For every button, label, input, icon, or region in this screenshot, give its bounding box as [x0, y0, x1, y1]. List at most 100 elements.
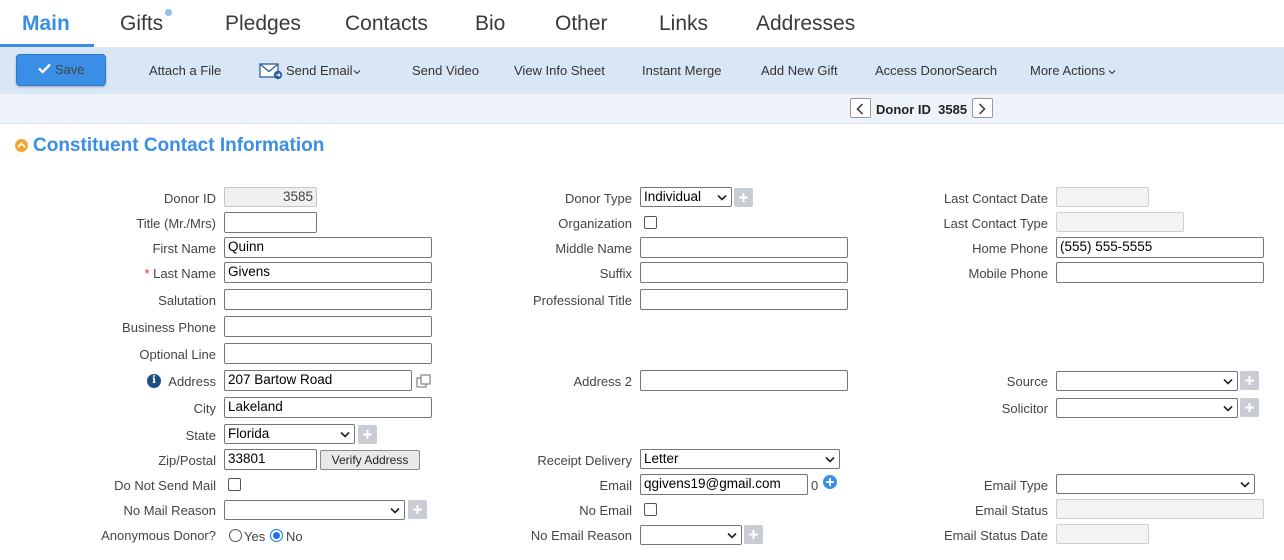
- add-source-button[interactable]: [1240, 371, 1259, 390]
- last-name-field[interactable]: Givens: [224, 262, 432, 283]
- tab-bio[interactable]: Bio: [475, 12, 505, 36]
- chevron-down-icon: [717, 194, 727, 201]
- chevron-down-icon: [1223, 405, 1233, 412]
- middle-name-field[interactable]: [640, 237, 848, 258]
- mobile-phone-label: Mobile Phone: [968, 266, 1049, 281]
- send-email-label: Send Email: [286, 63, 353, 78]
- copy-address-icon[interactable]: [416, 374, 431, 389]
- mobile-phone-field[interactable]: [1056, 262, 1264, 283]
- anonymous-yes-radio[interactable]: [229, 529, 242, 542]
- receipt-delivery-value: Letter: [644, 451, 679, 466]
- add-email-button[interactable]: [823, 475, 837, 489]
- add-new-gift-button[interactable]: Add New Gift: [761, 63, 838, 78]
- first-name-field[interactable]: Quinn: [224, 237, 432, 258]
- do-not-send-mail-checkbox[interactable]: [228, 478, 241, 491]
- last-contact-type-field: [1056, 212, 1184, 232]
- collapse-section-icon[interactable]: [15, 139, 28, 152]
- salutation-label: Salutation: [158, 293, 216, 308]
- source-label: Source: [1006, 374, 1048, 389]
- title-label: Title (Mr./Mrs): [136, 216, 216, 231]
- address2-label: Address 2: [573, 374, 632, 389]
- tab-gifts[interactable]: Gifts: [120, 9, 173, 36]
- send-email-dropdown[interactable]: Send Email: [286, 63, 361, 78]
- title-field[interactable]: [224, 212, 317, 233]
- donor-type-select[interactable]: Individual: [640, 187, 732, 207]
- access-donorsearch-button[interactable]: Access DonorSearch: [875, 63, 997, 78]
- add-state-button[interactable]: [358, 425, 377, 444]
- suffix-label: Suffix: [599, 266, 632, 281]
- email-status-date-field: [1056, 524, 1149, 544]
- receipt-delivery-select[interactable]: Letter: [640, 449, 840, 469]
- suffix-field[interactable]: [640, 262, 848, 283]
- tab-links[interactable]: Links: [659, 12, 708, 36]
- no-email-label: No Email: [579, 503, 632, 518]
- chevron-down-icon: [354, 70, 361, 75]
- plus-icon: [413, 505, 422, 514]
- email-field[interactable]: qgivens19@gmail.com: [640, 474, 808, 495]
- attach-file-button[interactable]: Attach a File: [149, 63, 221, 78]
- address2-field[interactable]: [640, 370, 848, 391]
- add-solicitor-button[interactable]: [1240, 398, 1259, 417]
- professional-title-field[interactable]: [640, 289, 848, 310]
- donor-id-field: 3585: [224, 187, 317, 207]
- send-video-button[interactable]: Send Video: [412, 63, 479, 78]
- state-label: State: [185, 428, 216, 443]
- tab-bar: Main Gifts Pledges Contacts Bio Other Li…: [0, 0, 1284, 48]
- no-email-checkbox[interactable]: [644, 503, 657, 516]
- no-email-reason-select[interactable]: [640, 525, 742, 545]
- organization-label: Organization: [558, 216, 632, 231]
- more-actions-dropdown[interactable]: More Actions: [1030, 63, 1116, 78]
- solicitor-label: Solicitor: [1001, 401, 1048, 416]
- no-mail-reason-select[interactable]: [224, 500, 405, 520]
- tab-addresses[interactable]: Addresses: [756, 12, 855, 36]
- email-label: Email: [599, 478, 632, 493]
- salutation-field[interactable]: [224, 289, 432, 310]
- donor-type-value: Individual: [644, 189, 702, 204]
- solicitor-select[interactable]: [1056, 398, 1238, 418]
- city-field[interactable]: Lakeland: [224, 397, 432, 418]
- chevron-down-icon: [727, 532, 737, 539]
- add-donor-type-button[interactable]: [734, 188, 753, 207]
- optional-line-field[interactable]: [224, 343, 432, 364]
- address-label: Address: [168, 374, 216, 389]
- tab-other[interactable]: Other: [555, 12, 608, 36]
- add-no-mail-reason-button[interactable]: [408, 500, 427, 519]
- business-phone-field[interactable]: [224, 316, 432, 337]
- plus-icon: [1245, 376, 1254, 385]
- view-info-sheet-button[interactable]: View Info Sheet: [514, 63, 605, 78]
- zip-field[interactable]: 33801: [224, 449, 317, 470]
- organization-checkbox[interactable]: [644, 216, 657, 229]
- anonymous-yes-label: Yes: [244, 529, 266, 544]
- state-select-value: Florida: [228, 426, 270, 441]
- address-field[interactable]: 207 Bartow Road: [224, 370, 412, 391]
- email-status-label: Email Status: [975, 503, 1048, 518]
- chevron-right-icon: [978, 103, 986, 115]
- tab-main[interactable]: Main: [22, 12, 70, 36]
- receipt-delivery-label: Receipt Delivery: [537, 453, 632, 468]
- state-select[interactable]: Florida: [224, 424, 355, 444]
- instant-merge-button[interactable]: Instant Merge: [642, 63, 722, 78]
- professional-title-label: Professional Title: [533, 293, 632, 308]
- anonymous-no-radio[interactable]: [270, 529, 283, 542]
- last-name-label-text: Last Name: [153, 266, 216, 281]
- chevron-down-icon: [1240, 481, 1250, 488]
- info-icon[interactable]: i: [147, 374, 161, 388]
- verify-address-button[interactable]: Verify Address: [320, 450, 420, 470]
- source-select[interactable]: [1056, 371, 1238, 391]
- tab-pledges[interactable]: Pledges: [225, 12, 301, 36]
- tab-gifts-label: Gifts: [120, 12, 164, 35]
- zip-label: Zip/Postal: [158, 453, 216, 468]
- home-phone-field[interactable]: (555) 555-5555: [1056, 237, 1264, 258]
- check-icon: [38, 63, 51, 74]
- previous-donor-button[interactable]: [850, 98, 871, 118]
- email-type-select[interactable]: [1056, 474, 1255, 494]
- save-button[interactable]: Save: [16, 54, 106, 86]
- chevron-down-icon: [390, 507, 400, 514]
- tab-contacts[interactable]: Contacts: [345, 12, 428, 36]
- anonymous-no-label: No: [286, 529, 303, 544]
- next-donor-button[interactable]: [972, 98, 993, 118]
- add-no-email-reason-button[interactable]: [744, 525, 763, 544]
- city-label: City: [193, 401, 216, 416]
- last-contact-date-label: Last Contact Date: [943, 191, 1048, 206]
- last-name-label: * Last Name: [144, 266, 216, 281]
